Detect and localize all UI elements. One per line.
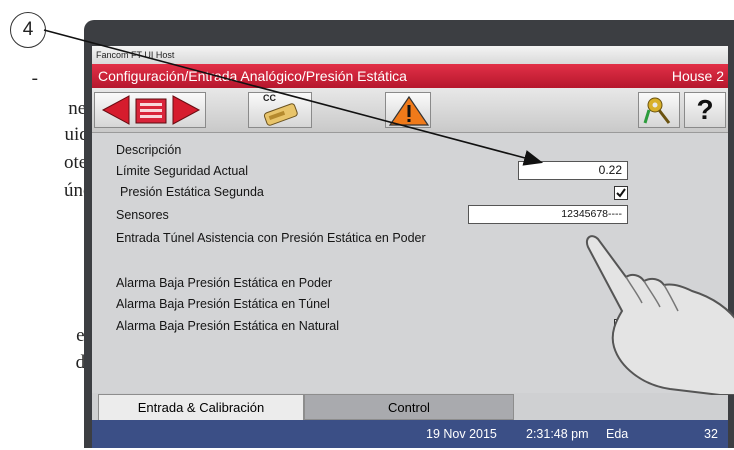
next-arrow-icon[interactable] [172, 95, 201, 125]
callout-number: 4 [10, 12, 46, 48]
second-pressure-checkbox[interactable] [614, 186, 628, 200]
sensors-label: Sensores [116, 208, 169, 222]
actual-limit-label: Límite Seguridad Actual [116, 164, 249, 178]
pointing-hand-icon [586, 235, 734, 395]
navigation-group [94, 92, 206, 128]
alarm-power-label: Alarma Baja Presión Estática en Poder [116, 276, 333, 290]
toolbar: CC ? [92, 88, 728, 133]
checkmark-icon [616, 188, 626, 198]
tunnel-assist-label: Entrada Túnel Asistencia con Presión Est… [116, 231, 426, 245]
status-date: 19 Nov 2015 [426, 427, 497, 441]
tab-strip: Entrada & Calibración Control [92, 394, 728, 420]
tab-control[interactable]: Control [304, 394, 514, 420]
copy-tag-icon [263, 103, 298, 126]
list-page-icon[interactable] [135, 98, 167, 124]
status-time: 2:31:48 pm [526, 427, 589, 441]
second-pressure-label: Presión Estática Segunda [120, 185, 264, 199]
status-label: Eda [606, 427, 629, 441]
description-label: Descripción [116, 143, 182, 157]
help-button[interactable]: ? [684, 92, 726, 128]
sensors-field[interactable]: 12345678---- [468, 205, 628, 224]
help-icon: ? [696, 94, 714, 125]
house-label: House 2 [671, 68, 724, 84]
page-titlebar: Configuración/Entrada Analógico/Presión … [92, 64, 728, 88]
alarm-button[interactable] [385, 92, 431, 128]
status-number: 32 [704, 427, 718, 441]
side-text-line: - [31, 68, 38, 89]
key-icon [643, 97, 671, 124]
cc-label: CC [263, 93, 276, 103]
alarm-natural-label: Alarma Baja Presión Estática en Natural [116, 319, 340, 333]
cc-copy-button[interactable]: CC [248, 92, 312, 128]
key-button[interactable] [638, 92, 680, 128]
status-bar: 19 Nov 2015 2:31:48 pm Eda 32 [92, 420, 728, 448]
actual-limit-field[interactable]: 0.22 [518, 161, 628, 180]
alarm-tunnel-label: Alarma Baja Presión Estática en Túnel [116, 297, 330, 311]
breadcrumb: Configuración/Entrada Analógico/Presión … [98, 68, 407, 84]
previous-arrow-icon[interactable] [101, 95, 130, 125]
window-titlebar: Fancom FT UI Host [92, 46, 728, 64]
tab-input-calibration[interactable]: Entrada & Calibración [98, 394, 304, 420]
